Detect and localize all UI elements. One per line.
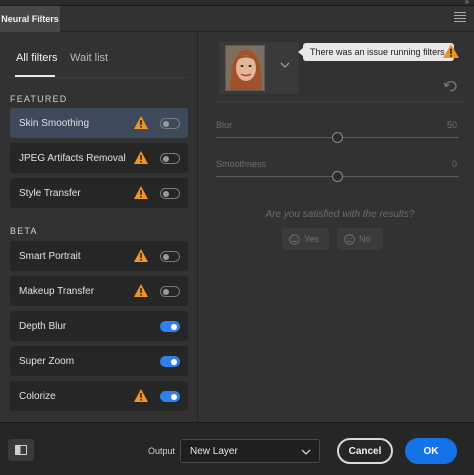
yes-button[interactable]: Yes: [282, 228, 329, 250]
satisfaction-question: Are you satisfied with the results?: [265, 209, 415, 220]
tab-divider: [10, 77, 188, 78]
warning-icon: [134, 284, 148, 297]
reference-image-picker[interactable]: [219, 42, 299, 94]
chevron-down-icon: [301, 449, 311, 455]
tab-wait-list[interactable]: Wait list: [70, 52, 108, 64]
filter-name: JPEG Artifacts Removal: [19, 152, 126, 164]
filter-row-skin-smoothing[interactable]: Skin Smoothing: [10, 108, 188, 138]
skin-smoothing-toggle[interactable]: [160, 118, 180, 129]
error-tooltip: There was an issue running filters.: [297, 43, 455, 61]
jpeg-artifacts-removal-toggle[interactable]: [160, 153, 180, 164]
ok-button[interactable]: OK: [405, 438, 457, 464]
dialog-footer: Output New Layer Cancel OK: [0, 422, 474, 475]
filter-name: Colorize: [19, 390, 56, 402]
smoothness-slider-handle[interactable]: [331, 171, 343, 182]
warning-icon[interactable]: [443, 44, 459, 58]
colorize-toggle[interactable]: [160, 391, 180, 402]
reset-icon[interactable]: [443, 80, 457, 92]
makeup-transfer-toggle[interactable]: [160, 286, 180, 297]
smoothness-value: 0: [451, 159, 457, 169]
panel-tab-bar: Neural Filters: [0, 6, 474, 32]
warning-icon: [134, 151, 148, 164]
chevron-down-icon[interactable]: [279, 60, 291, 70]
depth-blur-toggle[interactable]: [160, 321, 180, 332]
filter-row-depth-blur[interactable]: Depth Blur: [10, 311, 188, 341]
output-value: New Layer: [190, 445, 238, 457]
portrait-thumbnail: [225, 45, 265, 91]
frown-icon: [344, 233, 355, 245]
filter-list-panel: All filters Wait list FEATURED Skin Smoo…: [0, 32, 197, 422]
panel-tab-neural-filters[interactable]: Neural Filters: [0, 6, 60, 32]
filter-name: Skin Smoothing: [19, 117, 90, 129]
toggle-preview-button[interactable]: [8, 439, 34, 461]
settings-divider: [216, 101, 464, 102]
warning-icon: [134, 249, 148, 262]
super-zoom-toggle[interactable]: [160, 356, 180, 367]
warning-icon: [134, 186, 148, 199]
no-label: No: [359, 234, 371, 244]
output-label: Output: [148, 446, 176, 456]
cancel-button[interactable]: Cancel: [337, 438, 393, 464]
filter-row-super-zoom[interactable]: Super Zoom: [10, 346, 188, 376]
filter-row-style-transfer[interactable]: Style Transfer: [10, 178, 188, 208]
blur-label: Blur: [216, 120, 233, 130]
warning-icon: [134, 116, 148, 129]
split-view-icon: [15, 445, 27, 455]
filter-name: Super Zoom: [19, 355, 75, 367]
filter-name: Depth Blur: [19, 320, 67, 332]
blur-slider-handle[interactable]: [331, 132, 343, 143]
section-beta: BETA: [10, 226, 38, 236]
no-button[interactable]: No: [337, 228, 383, 250]
yes-label: Yes: [304, 234, 319, 244]
filter-row-makeup-transfer[interactable]: Makeup Transfer: [10, 276, 188, 306]
warning-icon: [134, 389, 148, 402]
tab-all-filters[interactable]: All filters: [16, 52, 58, 64]
section-featured: FEATURED: [10, 94, 68, 104]
filter-settings-panel: There was an issue running filters. Blur…: [198, 32, 474, 422]
filter-name: Style Transfer: [19, 187, 81, 199]
smart-portrait-toggle[interactable]: [160, 251, 180, 262]
smile-icon: [289, 233, 300, 245]
filter-name: Smart Portrait: [19, 250, 81, 262]
filter-name: Makeup Transfer: [19, 285, 95, 297]
filter-row-jpeg-artifacts-removal[interactable]: JPEG Artifacts Removal: [10, 143, 188, 173]
dialog-body: All filters Wait list FEATURED Skin Smoo…: [0, 32, 474, 422]
filter-tabs: All filters Wait list: [0, 32, 197, 82]
style-transfer-toggle[interactable]: [160, 188, 180, 199]
panel-menu-icon[interactable]: [454, 12, 466, 24]
filter-row-smart-portrait[interactable]: Smart Portrait: [10, 241, 188, 271]
output-select[interactable]: New Layer: [180, 439, 320, 463]
blur-value: 50: [446, 120, 457, 130]
filter-row-colorize[interactable]: Colorize: [10, 381, 188, 411]
smoothness-label: Smoothness: [216, 159, 267, 169]
